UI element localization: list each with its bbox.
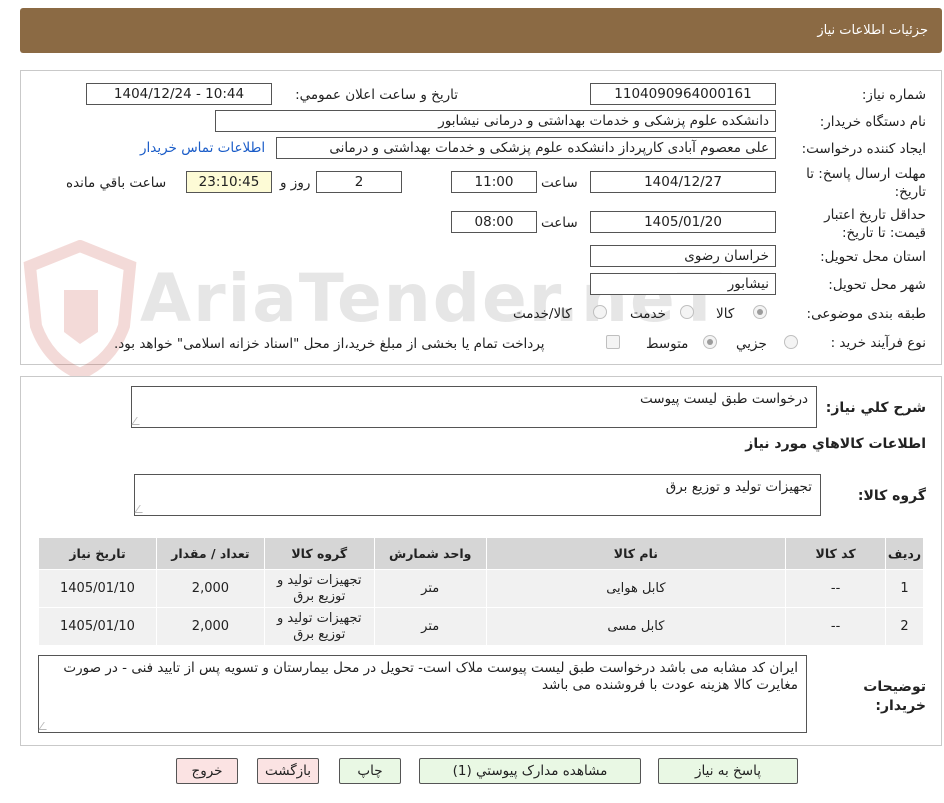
- col-header-group: گروه کالا: [263, 537, 375, 570]
- resize-handle-icon[interactable]: [38, 722, 52, 730]
- col-header-quantity: تعداد / مقدار: [155, 537, 265, 570]
- view-attachments-button[interactable]: مشاهده مدارک پيوستي (1): [419, 758, 641, 784]
- requester-label: ايجاد کننده درخواست:: [801, 141, 926, 157]
- province-label: استان محل تحويل:: [820, 249, 926, 265]
- city-label: شهر محل تحويل:: [828, 277, 926, 293]
- buyer-org-label: نام دستگاه خريدار:: [819, 114, 926, 130]
- items-table: رديف کد کالا نام کالا واحد شمارش گروه کا…: [38, 537, 924, 646]
- resize-handle-icon[interactable]: [131, 417, 145, 425]
- need-number-field: 1104090964000161: [590, 83, 776, 105]
- validity-time-label: ساعت: [541, 215, 578, 231]
- need-number-label: شماره نیاز:: [861, 87, 926, 103]
- validity-time-field: 08:00: [451, 211, 537, 233]
- goods-group-textarea[interactable]: تجهیزات تولید و توزیع برق: [134, 474, 821, 516]
- category-option-goods-service: کالا/خدمت: [513, 306, 572, 322]
- cell-quantity: 2,000: [155, 607, 265, 646]
- remaining-time-field: 23:10:45: [186, 171, 272, 193]
- requester-field: علی معصوم آبادی کارپرداز دانشکده علوم پز…: [276, 137, 776, 159]
- days-label: روز و: [280, 175, 311, 191]
- process-option-minor: جزيي: [736, 336, 767, 352]
- reply-button[interactable]: پاسخ به نياز: [658, 758, 798, 784]
- days-field: 2: [316, 171, 402, 193]
- cell-row-number: 1: [885, 569, 924, 608]
- summary-label: شرح کلي نياز:: [825, 400, 926, 416]
- buyer-org-field: دانشکده علوم پزشکی و خدمات بهداشتی و درم…: [215, 110, 776, 132]
- exit-button[interactable]: خروج: [176, 758, 238, 784]
- cell-code: --: [785, 607, 887, 646]
- cell-name: کابل مسی: [485, 607, 787, 646]
- buyer-notes-label: توضيحات خريدار:: [863, 679, 926, 714]
- deadline-date-field: 1404/12/27: [590, 171, 776, 193]
- buyer-notes-text: ایران کد مشابه می باشد درخواست طبق لیست …: [63, 660, 798, 693]
- category-radio-goods-service[interactable]: [593, 305, 607, 319]
- deadline-time-field: 11:00: [451, 171, 537, 193]
- buyer-notes-textarea[interactable]: ایران کد مشابه می باشد درخواست طبق لیست …: [38, 655, 807, 733]
- cell-group: تجهیزات تولید و توزیع برق: [263, 607, 375, 646]
- process-option-medium: متوسط: [646, 336, 689, 352]
- goods-group-label: گروه کالا:: [857, 488, 926, 504]
- back-button[interactable]: بازگشت: [257, 758, 319, 784]
- process-radio-minor[interactable]: [784, 335, 798, 349]
- table-row: 2 -- کابل مسی متر تجهیزات تولید و توزیع …: [38, 607, 924, 646]
- cell-date: 1405/01/10: [38, 569, 157, 608]
- cell-date: 1405/01/10: [38, 607, 157, 646]
- page-title: جزئیات اطلاعات نیاز: [817, 23, 928, 38]
- treasury-checkbox[interactable]: [606, 335, 620, 349]
- validity-label: حداقل تاريخ اعتبار قيمت: تا تاريخ:: [824, 207, 926, 241]
- remaining-time-label: ساعت باقي مانده: [66, 175, 167, 191]
- goods-group-text: تجهیزات تولید و توزیع برق: [665, 479, 812, 495]
- summary-textarea[interactable]: درخواست طبق لیست پیوست: [131, 386, 817, 428]
- deadline-label: مهلت ارسال پاسخ: تا تاریخ:: [806, 166, 926, 200]
- category-option-service: خدمت: [630, 306, 666, 322]
- process-radio-medium[interactable]: [703, 335, 717, 349]
- announce-datetime-field: 1404/12/24 - 10:44: [86, 83, 272, 105]
- col-header-unit: واحد شمارش: [373, 537, 487, 570]
- category-radio-goods[interactable]: [753, 305, 767, 319]
- cell-row-number: 2: [885, 607, 924, 646]
- process-label: نوع فرآیند خرید :: [830, 335, 926, 351]
- city-field: نیشابور: [590, 273, 776, 295]
- buyer-contact-link[interactable]: اطلاعات تماس خریدار: [140, 140, 265, 156]
- col-header-date: تاريخ نياز: [38, 537, 157, 570]
- cell-unit: متر: [373, 569, 487, 608]
- col-header-row-number: رديف: [885, 537, 924, 570]
- print-button[interactable]: چاپ: [339, 758, 401, 784]
- cell-group: تجهیزات تولید و توزیع برق: [263, 569, 375, 608]
- category-label: طبقه بندی موضوعی:: [806, 306, 926, 322]
- province-field: خراسان رضوی: [590, 245, 776, 267]
- summary-text: درخواست طبق لیست پیوست: [640, 391, 808, 407]
- page-header: جزئیات اطلاعات نیاز: [20, 8, 942, 53]
- announce-datetime-label: تاریخ و ساعت اعلان عمومي:: [295, 87, 458, 103]
- cell-quantity: 2,000: [155, 569, 265, 608]
- category-radio-service[interactable]: [680, 305, 694, 319]
- category-option-goods: کالا: [716, 306, 735, 322]
- table-row: 1 -- کابل هوایی متر تجهیزات تولید و توزی…: [38, 569, 924, 608]
- treasury-note: پرداخت تمام یا بخشی از مبلغ خرید،از محل …: [114, 336, 545, 352]
- goods-section-title: اطلاعات کالاهاي مورد نياز: [745, 436, 926, 452]
- deadline-time-label: ساعت: [541, 175, 578, 191]
- col-header-name: نام کالا: [485, 537, 787, 570]
- col-header-code: کد کالا: [785, 537, 887, 570]
- cell-name: کابل هوایی: [485, 569, 787, 608]
- validity-date-field: 1405/01/20: [590, 211, 776, 233]
- table-header-row: رديف کد کالا نام کالا واحد شمارش گروه کا…: [38, 537, 924, 570]
- cell-code: --: [785, 569, 887, 608]
- cell-unit: متر: [373, 607, 487, 646]
- resize-handle-icon[interactable]: [134, 505, 148, 513]
